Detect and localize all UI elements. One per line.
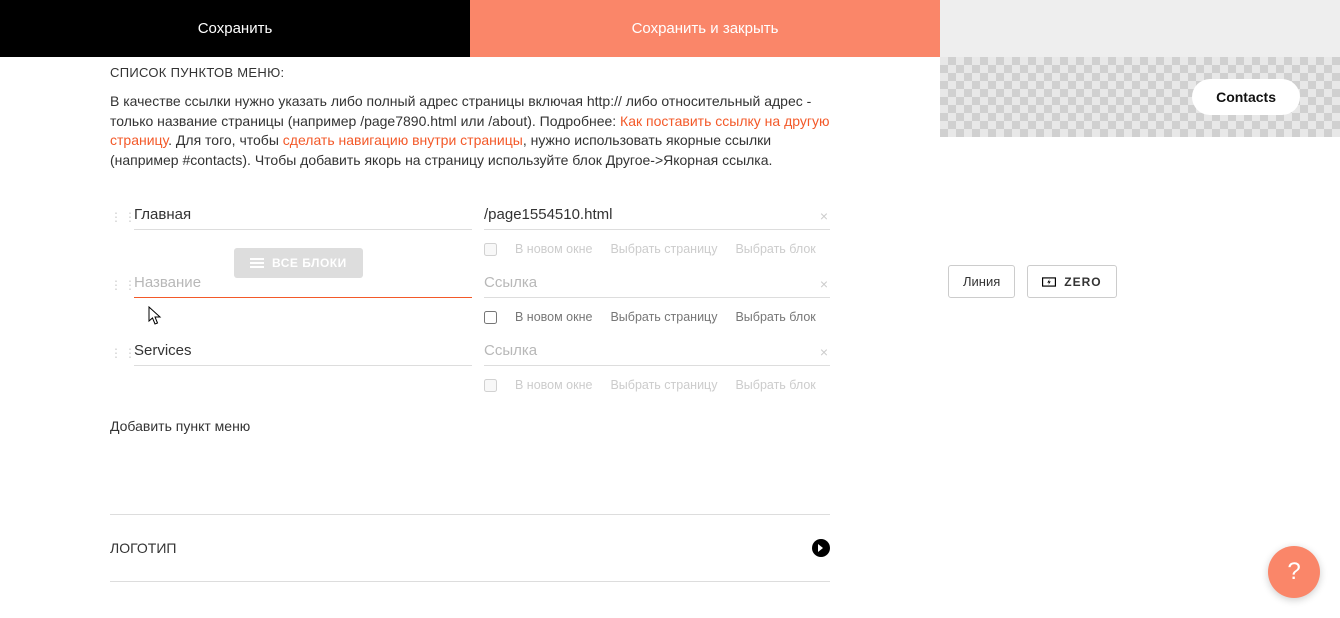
zero-chip-label: ZERO	[1064, 275, 1101, 289]
help-text-2: . Для того, чтобы	[168, 132, 283, 148]
save-and-close-button[interactable]: Сохранить и закрыть	[470, 0, 940, 57]
clear-icon[interactable]: ×	[820, 208, 828, 224]
menu-row: ⋮⋮ × В новом окне Выбрать страницу Выбра…	[110, 336, 830, 392]
menu-link-input[interactable]	[484, 268, 830, 298]
menu-link-input[interactable]	[484, 200, 830, 230]
logo-section-toggle[interactable]: ЛОГОТИП	[110, 515, 830, 582]
menu-name-input[interactable]	[134, 268, 472, 298]
new-window-checkbox[interactable]	[484, 311, 497, 324]
save-button[interactable]: Сохранить	[0, 0, 470, 57]
contacts-button[interactable]: Contacts	[1192, 79, 1300, 115]
menu-name-input[interactable]	[134, 336, 472, 366]
link-sub-controls: В новом окне Выбрать страницу Выбрать бл…	[484, 378, 830, 392]
zero-tool-chip[interactable]: ZERO	[1027, 265, 1116, 298]
help-link-inner-nav[interactable]: сделать навигацию внутри страницы	[283, 132, 523, 148]
link-sub-controls: В новом окне Выбрать страницу Выбрать бл…	[484, 310, 830, 324]
new-window-label: В новом окне	[515, 242, 592, 256]
clear-icon[interactable]: ×	[820, 344, 828, 360]
line-tool-chip[interactable]: Линия	[948, 265, 1015, 298]
preview-header: Contacts	[940, 57, 1340, 137]
header-bar: Сохранить Сохранить и закрыть	[0, 0, 1340, 57]
link-sub-controls: В новом окне Выбрать страницу Выбрать бл…	[484, 242, 830, 256]
preview-toolbar: Линия ZERO	[940, 265, 1340, 298]
menu-row: ⋮⋮ × В новом окне Выбрать страницу Выбра…	[110, 268, 830, 324]
clear-icon[interactable]: ×	[820, 276, 828, 292]
choose-page-link[interactable]: Выбрать страницу	[610, 310, 717, 324]
new-window-checkbox	[484, 379, 497, 392]
new-window-label: В новом окне	[515, 378, 592, 392]
line-chip-label: Линия	[963, 274, 1000, 289]
choose-block-link: Выбрать блок	[735, 378, 815, 392]
help-text: В качестве ссылки нужно указать либо пол…	[110, 92, 830, 170]
menu-list-title: СПИСОК ПУНКТОВ МЕНЮ:	[110, 65, 830, 80]
menu-name-input[interactable]	[134, 200, 472, 230]
header-spacer	[940, 0, 1340, 57]
zero-bolt-icon	[1042, 275, 1056, 289]
choose-block-link[interactable]: Выбрать блок	[735, 310, 815, 324]
new-window-label: В новом окне	[515, 310, 592, 324]
menu-row: ⋮⋮ × В новом окне Выбрать страницу Выбра…	[110, 200, 830, 256]
help-fab-button[interactable]: ?	[1268, 546, 1320, 598]
logo-section-label: ЛОГОТИП	[110, 540, 176, 556]
preview-area: Contacts Линия ZERO	[940, 57, 1340, 618]
add-menu-item-link[interactable]: Добавить пункт меню	[110, 418, 830, 434]
choose-block-link: Выбрать блок	[735, 242, 815, 256]
new-window-checkbox	[484, 243, 497, 256]
choose-page-link: Выбрать страницу	[610, 378, 717, 392]
settings-panel: СПИСОК ПУНКТОВ МЕНЮ: В качестве ссылки н…	[0, 57, 940, 618]
expand-arrow-icon	[812, 539, 830, 557]
choose-page-link: Выбрать страницу	[610, 242, 717, 256]
menu-link-input[interactable]	[484, 336, 830, 366]
